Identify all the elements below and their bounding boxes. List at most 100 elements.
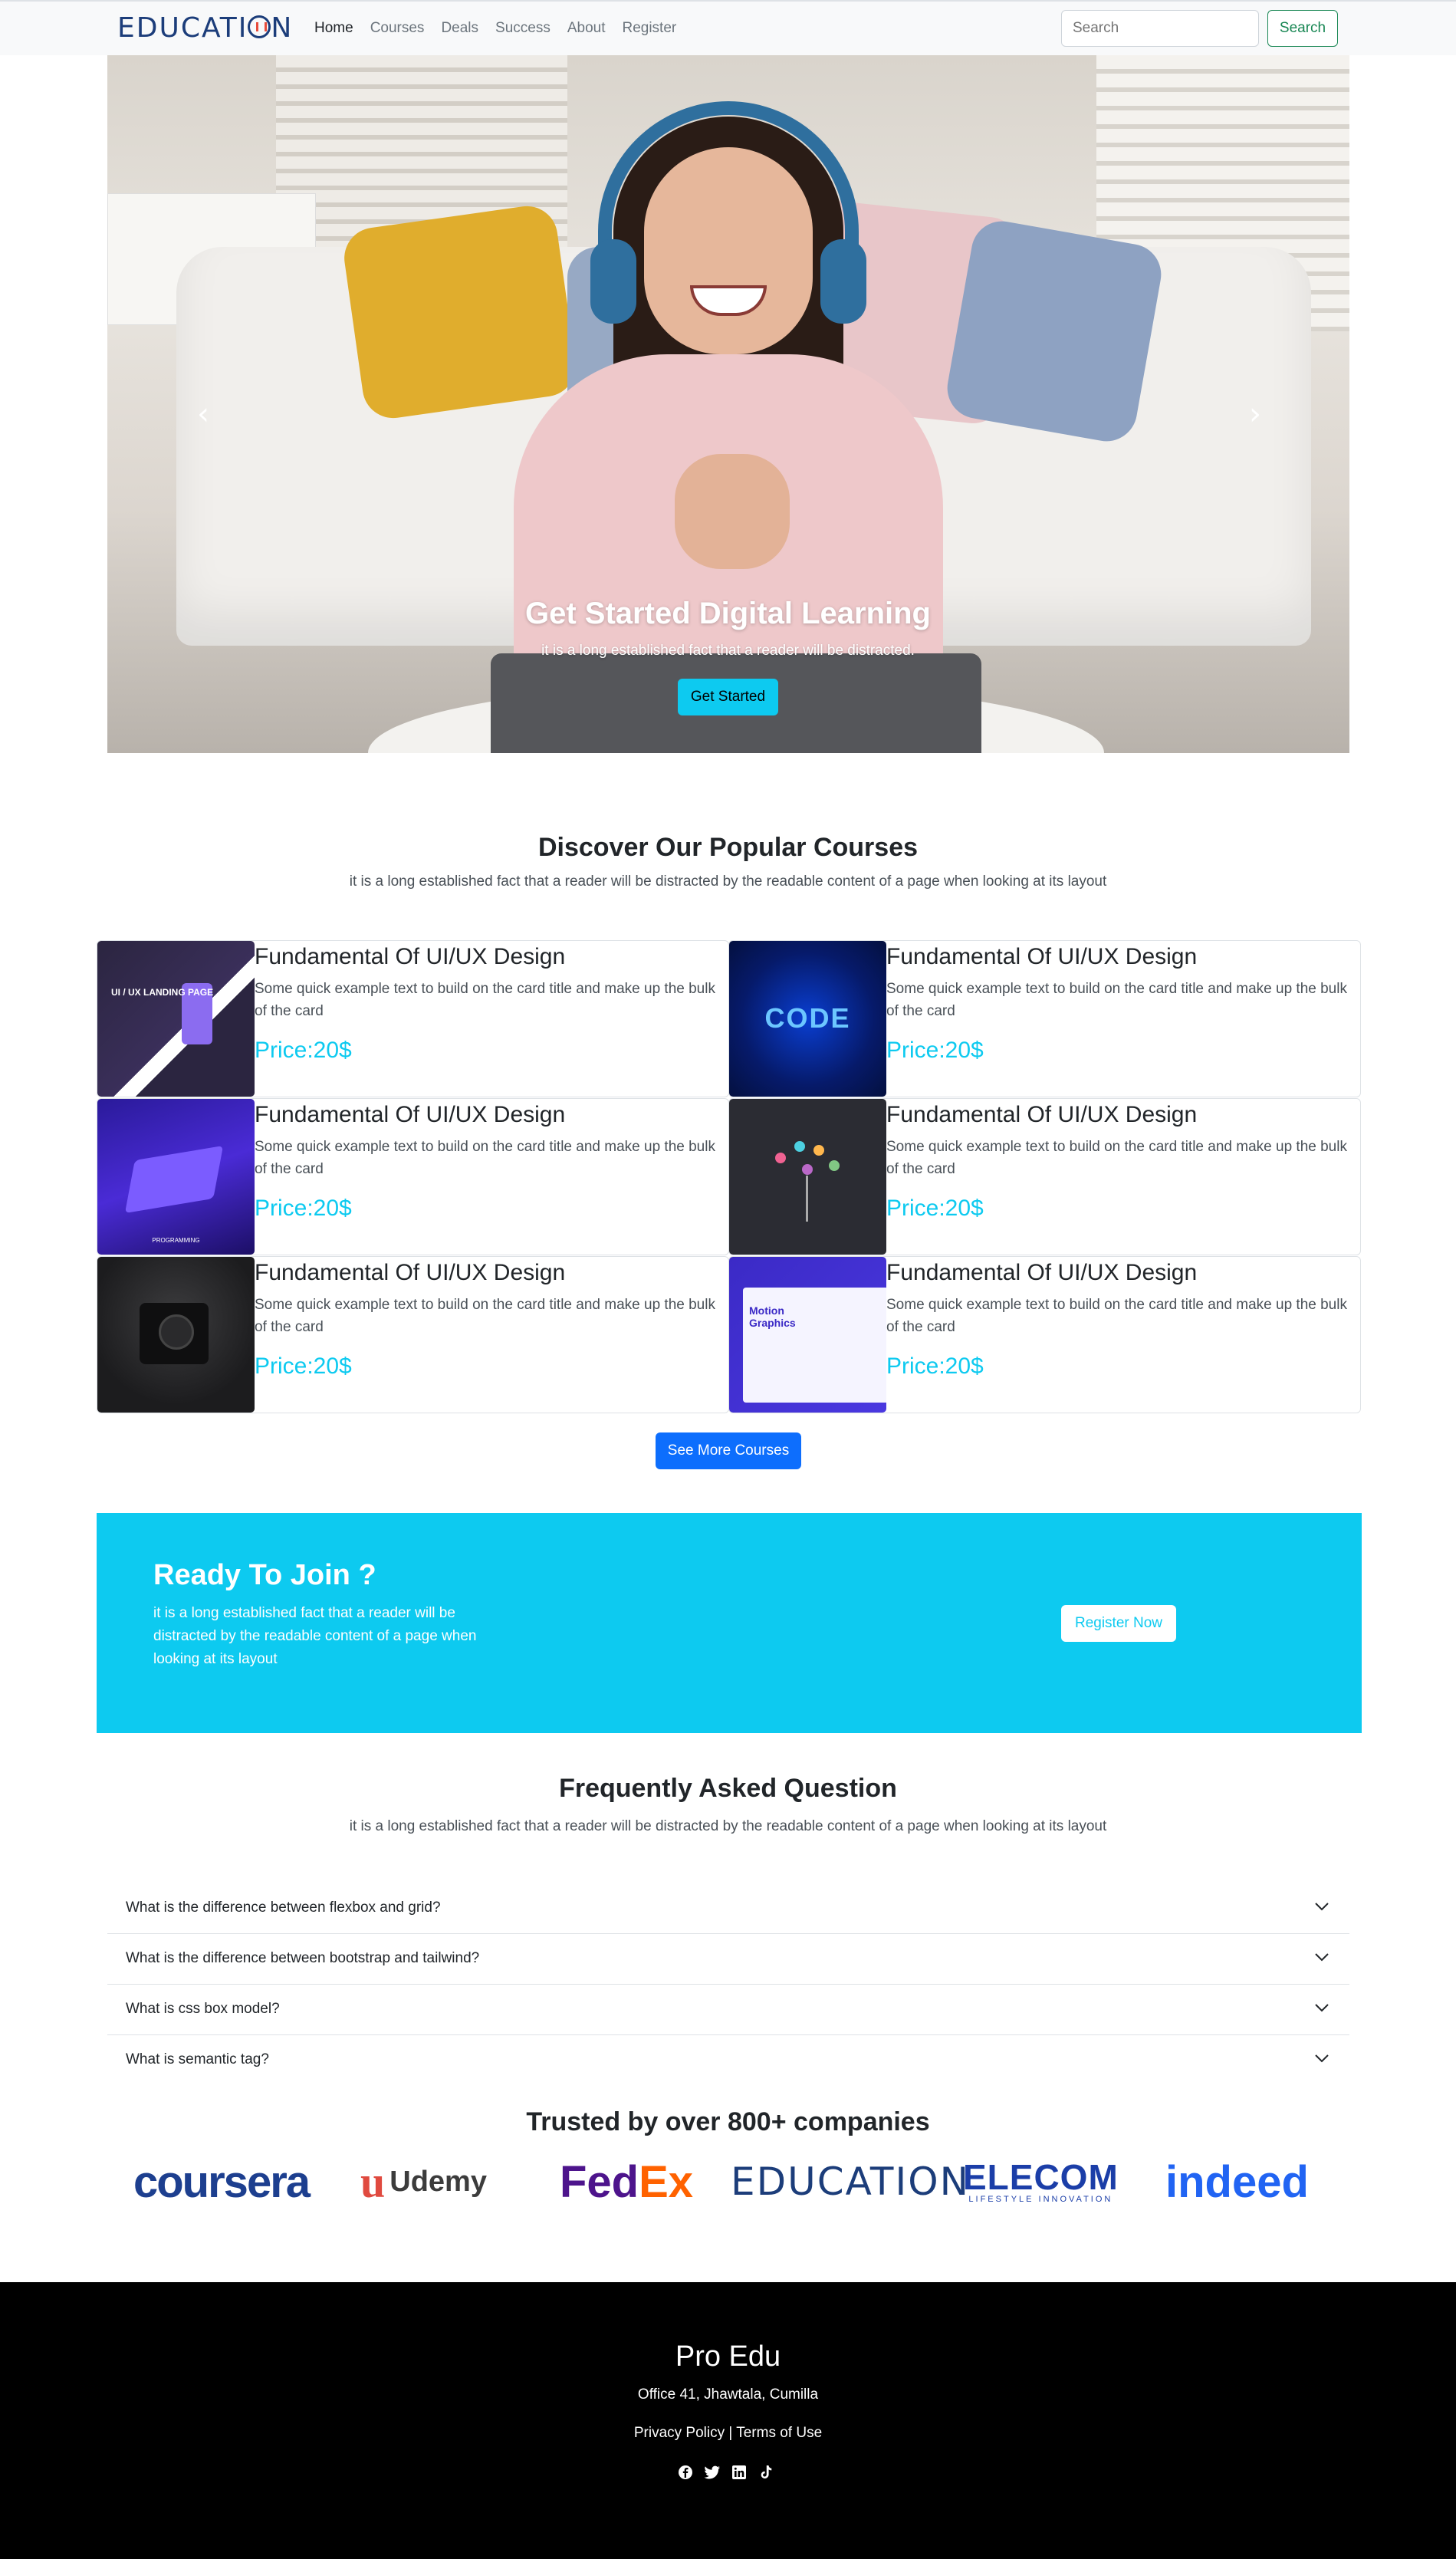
course-card[interactable]: Fundamental Of UI/UX Design Some quick e… — [728, 1098, 1361, 1255]
course-title: Fundamental Of UI/UX Design — [886, 1260, 1198, 1285]
chevron-down-icon — [1315, 1903, 1329, 1911]
course-thumbnail-camera — [97, 1257, 255, 1413]
course-card[interactable]: Fundamental Of UI/UX Design Some quick e… — [97, 1256, 729, 1413]
faq-subtitle: it is a long established fact that a rea… — [349, 1818, 1107, 1834]
trusted-title: Trusted by over 800+ companies — [526, 2107, 930, 2136]
nav-link-success[interactable]: Success — [495, 20, 551, 37]
faq-question: What is semantic tag? — [126, 2051, 269, 2067]
brand-text: EDUCATI — [117, 12, 248, 44]
search-input[interactable] — [1061, 10, 1259, 47]
faq-question: What is the difference between flexbox a… — [126, 1900, 441, 1916]
course-title: Fundamental Of UI/UX Design — [255, 1102, 566, 1127]
see-more-courses-button[interactable]: See More Courses — [656, 1432, 801, 1469]
course-card[interactable]: UI / UX LANDING PAGE Fundamental Of UI/U… — [97, 940, 729, 1097]
join-title: Ready To Join ? — [153, 1559, 376, 1591]
course-price: Price:20$ — [886, 1354, 984, 1379]
elecom-logo: ELECOM LIFESTYLE INNOVATION — [963, 2157, 1119, 2204]
course-card[interactable]: CODE Fundamental Of UI/UX Design Some qu… — [728, 940, 1361, 1097]
facebook-icon[interactable] — [677, 2464, 694, 2481]
chevron-down-icon — [1315, 2004, 1329, 2012]
company-logos: coursera u Udemy Fed Ex EDUCATION ELECOM … — [107, 2147, 1349, 2216]
laptop-graphic — [124, 1145, 224, 1214]
hero-photo-headphones — [820, 239, 866, 324]
join-banner: Ready To Join ? it is a long established… — [97, 1513, 1362, 1733]
faq-question: What is css box model? — [126, 2001, 280, 2017]
footer-brand: Pro Edu — [675, 2340, 781, 2373]
faq-question: What is the difference between bootstrap… — [126, 1950, 480, 1966]
course-text: Some quick example text to build on the … — [255, 981, 715, 1019]
course-text: Some quick example text to build on the … — [886, 1139, 1347, 1177]
courses-title: Discover Our Popular Courses — [537, 833, 919, 862]
faq-title: Frequently Asked Question — [559, 1774, 897, 1803]
get-started-button[interactable]: Get Started — [678, 679, 778, 715]
nav-link-register[interactable]: Register — [622, 20, 676, 37]
education-logo: EDUCATION — [731, 2159, 970, 2204]
infographic-dot — [829, 1160, 840, 1171]
hero-photo-pillow — [942, 216, 1166, 446]
infographic-dot — [775, 1153, 786, 1163]
hero-photo-pillow — [340, 202, 580, 423]
course-thumbnail-motion: Motion Graphics — [729, 1257, 886, 1413]
hero-photo-headphones — [590, 239, 636, 324]
thumb-caption: PROGRAMMING — [152, 1237, 200, 1244]
search-button[interactable]: Search — [1267, 10, 1338, 47]
join-text: it is a long established fact that a rea… — [153, 1605, 477, 1667]
course-card[interactable]: PROGRAMMING Fundamental Of UI/UX Design … — [97, 1098, 729, 1255]
nav-link-deals[interactable]: Deals — [441, 20, 478, 37]
infographic-dot — [794, 1141, 805, 1152]
course-text: Some quick example text to build on the … — [886, 1297, 1347, 1335]
brand-logo[interactable]: EDUCATI N — [117, 12, 293, 44]
course-card[interactable]: Motion Graphics Fundamental Of UI/UX Des… — [728, 1256, 1361, 1413]
faq-item[interactable]: What is css box model? — [107, 1985, 1349, 2035]
register-now-button[interactable]: Register Now — [1061, 1605, 1176, 1642]
footer-links[interactable]: Privacy Policy | Terms of Use — [0, 2425, 1456, 2442]
hero-subtitle: it is a long established fact that a rea… — [541, 643, 915, 659]
course-price: Price:20$ — [255, 1196, 352, 1221]
course-title: Fundamental Of UI/UX Design — [886, 944, 1198, 969]
nav-link-about[interactable]: About — [567, 20, 606, 37]
footer-address: Office 41, Jhawtala, Cumilla — [637, 2386, 819, 2403]
indeed-logo: indeed — [1165, 2156, 1309, 2207]
infographic-stem — [806, 1176, 808, 1222]
navbar: EDUCATI N Home Courses Deals Success Abou… — [0, 0, 1456, 55]
chevron-down-icon — [1315, 2054, 1329, 2063]
course-price: Price:20$ — [886, 1196, 984, 1221]
tiktok-icon[interactable] — [758, 2464, 774, 2481]
course-thumbnail-code: CODE — [729, 941, 886, 1097]
linkedin-icon[interactable] — [731, 2464, 748, 2481]
courses-subtitle: it is a long established fact that a rea… — [349, 873, 1107, 890]
twitter-icon[interactable] — [704, 2464, 721, 2481]
fedex-logo: Fed Ex — [560, 2156, 694, 2207]
hero-photo-headphones — [598, 101, 859, 301]
faq-item[interactable]: What is the difference between flexbox a… — [107, 1883, 1349, 1934]
faq-item[interactable]: What is semantic tag? — [107, 2035, 1349, 2086]
course-text: Some quick example text to build on the … — [255, 1297, 715, 1335]
thumb-caption: Motion Graphics — [749, 1304, 796, 1329]
hero-title: Get Started Digital Learning — [525, 597, 931, 630]
thumb-caption: UI / UX LANDING PAGE — [111, 987, 214, 998]
carousel-prev-icon[interactable]: ‹ — [188, 399, 219, 429]
nav-link-courses[interactable]: Courses — [370, 20, 425, 37]
course-title: Fundamental Of UI/UX Design — [255, 944, 566, 969]
course-thumbnail-programming: PROGRAMMING — [97, 1099, 255, 1255]
thumb-caption: CODE — [764, 1002, 851, 1034]
course-text: Some quick example text to build on the … — [886, 981, 1347, 1019]
udemy-logo: u Udemy — [360, 2156, 487, 2207]
brand-mark-icon — [248, 15, 271, 38]
infographic-dot — [802, 1164, 813, 1175]
chevron-down-icon — [1315, 1953, 1329, 1962]
infographic-dot — [813, 1145, 824, 1156]
coursera-logo: coursera — [133, 2156, 311, 2207]
course-price: Price:20$ — [886, 1038, 984, 1063]
course-title: Fundamental Of UI/UX Design — [886, 1102, 1198, 1127]
course-thumbnail-marketing — [729, 1099, 886, 1255]
faq-item[interactable]: What is the difference between bootstrap… — [107, 1934, 1349, 1985]
camera-lens-graphic — [159, 1314, 194, 1350]
footer: Pro Edu Office 41, Jhawtala, Cumilla Pri… — [0, 2282, 1456, 2559]
course-title: Fundamental Of UI/UX Design — [255, 1260, 566, 1285]
carousel-next-icon[interactable]: › — [1240, 399, 1270, 429]
course-price: Price:20$ — [255, 1038, 352, 1063]
nav-links: Home Courses Deals Success About Registe… — [314, 20, 676, 37]
nav-link-home[interactable]: Home — [314, 20, 353, 37]
course-text: Some quick example text to build on the … — [255, 1139, 715, 1177]
